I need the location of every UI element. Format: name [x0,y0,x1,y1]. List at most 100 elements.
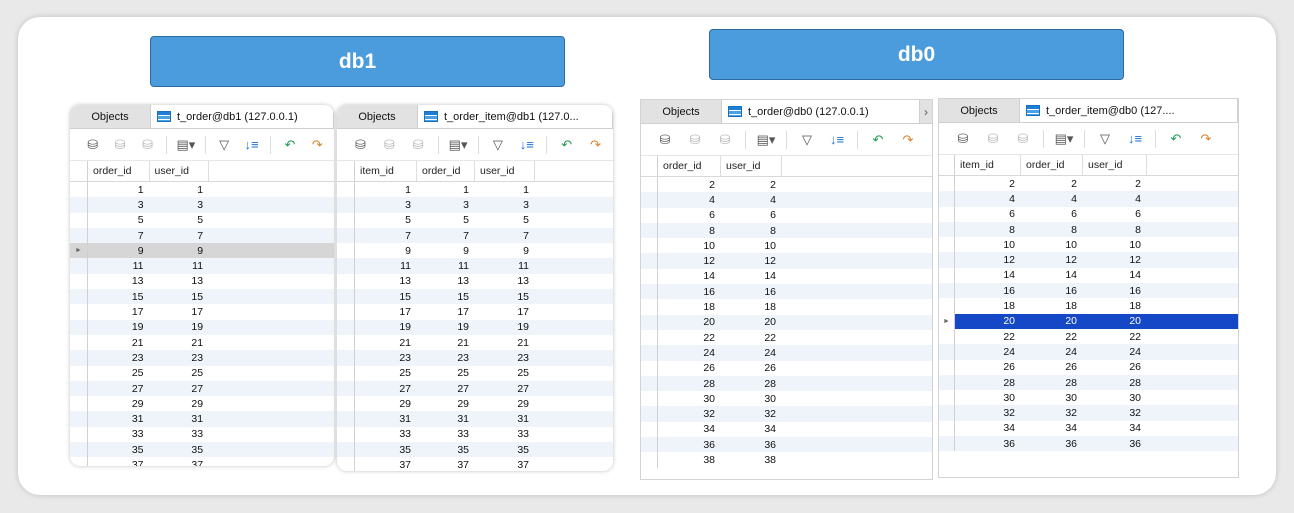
cell-user-id[interactable]: 24 [1083,344,1147,359]
table-row[interactable]: 15 15 15 [337,289,613,305]
cell-user-id[interactable]: 35 [475,442,535,457]
cell-user-id[interactable]: 18 [721,299,782,314]
cell-user-id[interactable]: 29 [150,396,210,411]
cell-user-id[interactable]: 33 [150,427,210,442]
cell-order-id[interactable]: 34 [1021,421,1083,436]
table-row[interactable]: 23 23 23 [337,350,613,366]
cell-order-id[interactable]: 8 [658,223,721,238]
begin-transaction-icon[interactable]: ⛁ [82,135,103,155]
cell-user-id[interactable]: 27 [475,381,535,396]
cell-item-id[interactable]: 26 [955,360,1021,375]
row-gutter[interactable] [939,328,955,345]
cell-user-id[interactable]: 26 [721,361,782,376]
cell-user-id[interactable]: 10 [1083,237,1147,252]
cell-order-id[interactable]: 16 [658,284,721,299]
cell-order-id[interactable]: 17 [88,304,150,319]
cell-user-id[interactable]: 16 [1083,283,1147,298]
cell-user-id[interactable]: 36 [1083,436,1147,451]
row-gutter[interactable] [939,283,955,299]
row-gutter[interactable] [337,380,355,397]
table-row[interactable]: 10 10 [641,238,932,254]
table-row[interactable]: 66 [641,207,932,223]
cell-user-id[interactable]: 15 [475,289,535,304]
cell-user-id[interactable]: 22 [721,330,782,345]
cell-order-id[interactable]: 16 [1021,283,1083,298]
cell-user-id[interactable]: 8 [1083,222,1147,237]
column-header-item-id[interactable]: item_id [955,155,1021,175]
table-row[interactable]: 30 30 [641,391,932,407]
cell-user-id[interactable]: 32 [1083,405,1147,420]
cell-user-id[interactable]: 6 [1083,207,1147,222]
tab-overflow-chevron-icon[interactable]: › [920,100,932,123]
text-icon[interactable]: ⛁ [378,135,401,155]
table-row[interactable]: 555 [337,212,613,228]
cell-order-id[interactable]: 24 [1021,344,1083,359]
filter-icon[interactable]: ▽ [1093,129,1117,149]
cell-user-id[interactable]: 25 [150,366,210,381]
cell-item-id[interactable]: 17 [355,304,417,319]
table-row[interactable]: 17 17 17 [337,304,613,320]
table-row[interactable]: 32 32 [641,406,932,422]
row-gutter[interactable] [337,350,355,366]
cell-user-id[interactable]: 30 [721,391,782,406]
table-row[interactable]: 33 33 33 [337,426,613,443]
cell-item-id[interactable]: 15 [355,289,417,304]
cell-user-id[interactable]: 11 [150,258,210,273]
text-icon[interactable]: ⛁ [683,130,707,150]
cell-user-id[interactable]: 6 [721,208,782,223]
row-gutter[interactable] [70,396,88,412]
cell-order-id[interactable]: 28 [1021,375,1083,390]
export-icon[interactable]: ↷ [584,135,607,155]
cell-user-id[interactable]: 31 [150,411,210,426]
row-gutter[interactable] [641,238,658,254]
table-row[interactable]: 777 [337,227,613,244]
table-row[interactable]: 29 29 29 [337,396,613,412]
cell-item-id[interactable]: 1 [355,182,417,197]
cell-order-id[interactable]: 36 [658,437,721,452]
tab-t-order-db1[interactable]: t_order@db1 (127.0.0.1) [150,105,334,128]
row-gutter[interactable] [337,212,355,228]
filter-icon[interactable]: ▽ [213,135,234,155]
cell-item-id[interactable]: 16 [955,283,1021,298]
row-gutter[interactable] [939,221,955,238]
cell-item-id[interactable]: 30 [955,390,1021,405]
import-icon[interactable]: ↶ [555,135,578,155]
cell-user-id[interactable]: 4 [1083,191,1147,206]
cell-order-id[interactable]: 15 [417,289,475,304]
sort-icon[interactable]: ↓≡ [1123,129,1147,149]
cell-order-id[interactable]: 30 [658,391,721,406]
filter-wizard-icon[interactable]: ⛁ [407,135,430,155]
cell-item-id[interactable]: 37 [355,457,417,471]
table-row[interactable]: 20 20 [641,314,932,330]
cell-user-id[interactable]: 8 [721,223,782,238]
cell-order-id[interactable]: 18 [1021,298,1083,313]
cell-order-id[interactable]: 35 [88,442,150,457]
text-icon[interactable]: ⛁ [981,129,1005,149]
cell-order-id[interactable]: 23 [417,350,475,365]
cell-user-id[interactable]: 2 [1083,176,1147,191]
cell-order-id[interactable]: 33 [88,427,150,442]
cell-order-id[interactable]: 32 [1021,405,1083,420]
import-icon[interactable]: ↶ [1164,129,1188,149]
row-gutter[interactable] [337,411,355,427]
row-gutter[interactable] [337,334,355,351]
column-header-order-id[interactable]: order_id [658,156,721,176]
row-gutter[interactable] [641,452,658,468]
column-header-user-id[interactable]: user_id [721,156,782,176]
tab-t-order-item-db1[interactable]: t_order_item@db1 (127.0... [417,105,613,128]
cell-user-id[interactable]: 12 [721,253,782,268]
row-gutter[interactable] [70,426,88,443]
cell-item-id[interactable]: 19 [355,320,417,335]
cell-order-id[interactable]: 14 [1021,268,1083,283]
table-row[interactable]: 34 34 [641,421,932,438]
cell-user-id[interactable]: 12 [1083,252,1147,267]
table-row[interactable]: 37 37 37 [337,457,613,471]
cell-order-id[interactable]: 18 [658,299,721,314]
cell-item-id[interactable]: 32 [955,405,1021,420]
row-gutter[interactable] [337,457,355,471]
cell-order-id[interactable]: 31 [417,411,475,426]
cell-order-id[interactable]: 5 [417,213,475,228]
cell-item-id[interactable]: 35 [355,442,417,457]
row-gutter[interactable] [641,222,658,239]
cell-order-id[interactable]: 5 [88,213,150,228]
